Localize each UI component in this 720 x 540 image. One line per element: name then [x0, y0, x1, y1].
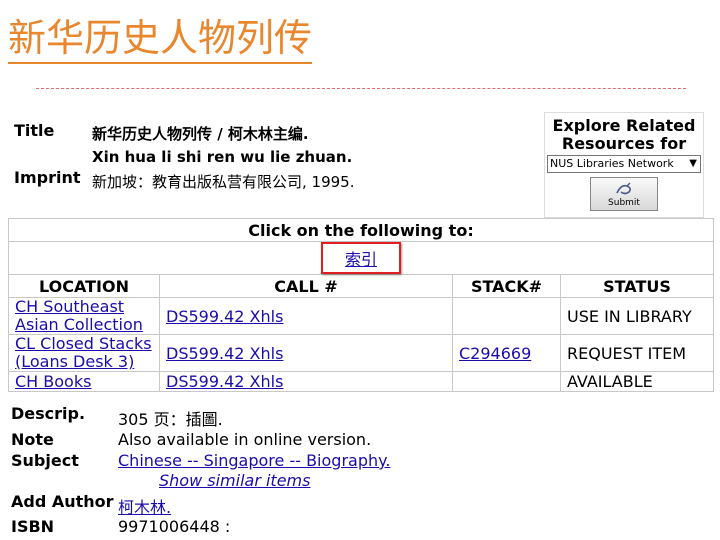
status-cell: REQUEST ITEM: [560, 334, 714, 372]
title-pinyin: Xin hua li shi ren wu lie zhuan.: [92, 148, 353, 166]
index-link-highlight: 索引: [320, 242, 401, 274]
note-value: Also available in online version.: [118, 430, 372, 449]
title-label: Title: [14, 121, 55, 140]
resource-network-select[interactable]: NUS Libraries Network ▼: [547, 155, 701, 173]
chevron-down-icon: ▼: [689, 158, 697, 169]
status-cell: AVAILABLE: [560, 371, 714, 392]
explore-title: Explore Related Resources for: [552, 116, 696, 153]
subject-label: Subject: [11, 451, 79, 470]
submit-label: Submit: [608, 198, 640, 208]
isbn-value: 9971006448 :: [118, 517, 231, 536]
index-link[interactable]: 索引: [345, 250, 377, 269]
submit-icon: [616, 182, 631, 195]
location-header: LOCATION: [8, 274, 160, 298]
holdings-table: Click on the following to: 索引 LOCATION C…: [8, 218, 714, 392]
call-number-link[interactable]: DS599.42 Xhls: [166, 307, 283, 326]
call-number-header: CALL #: [159, 274, 453, 298]
status-header: STATUS: [560, 274, 714, 298]
note-label: Note: [11, 430, 54, 449]
add-author-label: Add Author: [11, 492, 114, 511]
stack-cell: [452, 297, 561, 335]
descrip-label: Descrip.: [11, 404, 86, 423]
subject-link[interactable]: Chinese -- Singapore -- Biography.: [118, 451, 390, 470]
call-number-link[interactable]: DS599.42 Xhls: [166, 372, 283, 391]
isbn-label: ISBN: [11, 517, 55, 536]
status-cell: USE IN LIBRARY: [560, 297, 714, 335]
table-row: CH Southeast Asian Collection DS599.42 Xh…: [8, 297, 714, 335]
call-number-link[interactable]: DS599.42 Xhls: [166, 344, 283, 363]
click-following-text: Click on the following to:: [8, 218, 714, 242]
imprint-label: Imprint: [14, 168, 81, 187]
select-value: NUS Libraries Network: [550, 157, 674, 170]
stack-cell: [452, 371, 561, 392]
imprint-value: 新加坡：教育出版私营有限公司, 1995.: [92, 173, 355, 191]
title-chinese: 新华历史人物列传 / 柯木林主编.: [92, 125, 309, 143]
show-similar-link[interactable]: Show similar items: [159, 471, 310, 490]
table-row: CH Books DS599.42 Xhls AVAILABLE: [8, 371, 714, 392]
stack-link[interactable]: C294669: [459, 344, 531, 363]
location-link[interactable]: CH Southeast Asian Collection: [15, 297, 143, 334]
add-author-link[interactable]: 柯木林.: [118, 494, 171, 518]
page-title: 新华历史人物列传: [8, 16, 313, 64]
stack-header: STACK#: [452, 274, 561, 298]
bib-header: Title 新华历史人物列传 / 柯木林主编. Xin hua li shi r…: [8, 112, 538, 212]
submit-button[interactable]: Submit: [590, 177, 658, 211]
explore-related-panel: Explore Related Resources for NUS Librar…: [544, 112, 704, 218]
descrip-value: 305 页：插圖.: [118, 410, 223, 429]
location-link[interactable]: CH Books: [15, 372, 91, 391]
title-divider: [36, 88, 686, 89]
table-row: CL Closed Stacks (Loans Desk 3) DS599.42 …: [8, 334, 714, 372]
location-link[interactable]: CL Closed Stacks (Loans Desk 3): [15, 334, 152, 371]
